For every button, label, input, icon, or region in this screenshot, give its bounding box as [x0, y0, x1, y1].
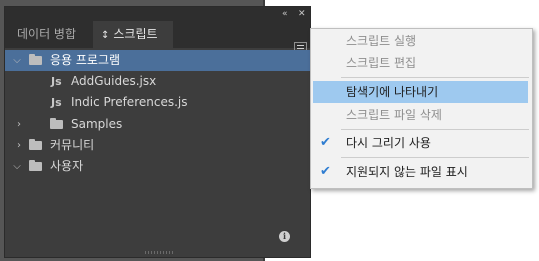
tree-item-label: Indic Preferences.js [71, 95, 188, 109]
close-panel-icon[interactable]: ✕ [298, 8, 306, 20]
menu-item-label: 탐색기에 나타내기 [346, 85, 439, 99]
tab-data-merge[interactable]: 데이터 병합 [17, 21, 76, 48]
tree-item-user[interactable]: ⌵ 사용자 [5, 156, 310, 177]
menu-item-label: 다시 그리기 사용 [346, 136, 431, 150]
tree-item-label: AddGuides.jsx [71, 74, 157, 88]
tree-item-applications[interactable]: ⌵ 응용 프로그램 [5, 50, 310, 71]
chevron-down-icon[interactable]: ⌵ [12, 50, 22, 71]
script-file-icon: Js [51, 96, 62, 109]
menu-separator [341, 77, 529, 78]
tree-item-samples[interactable]: › Samples [5, 114, 310, 135]
menu-separator [341, 129, 529, 130]
menu-item-label: 스크립트 파일 삭제 [346, 108, 442, 122]
tree-item-label: 커뮤니티 [50, 138, 95, 152]
info-icon[interactable]: i [279, 231, 290, 242]
chevron-down-icon[interactable]: ⌵ [12, 156, 22, 177]
folder-icon [29, 160, 42, 171]
menu-item-edit-script[interactable]: 스크립트 편집 [311, 52, 532, 74]
menu-item-label: 지원되지 않는 파일 표시 [346, 165, 468, 179]
tree-item-label: 응용 프로그램 [50, 53, 121, 67]
tree-item-addguides[interactable]: Js AddGuides.jsx [5, 71, 310, 92]
folder-icon [29, 139, 42, 150]
chevron-right-icon[interactable]: › [14, 135, 24, 156]
menu-item-run-script[interactable]: 스크립트 실행 [311, 30, 532, 52]
menu-item-show-unsupported-files[interactable]: ✔ 지원되지 않는 파일 표시 [311, 161, 532, 183]
tree-item-label: 사용자 [50, 159, 84, 173]
folder-icon [50, 118, 63, 129]
panel-title-strip: « ✕ [5, 7, 310, 21]
checkmark-icon: ✔ [320, 135, 331, 150]
resize-grip[interactable] [145, 251, 175, 254]
chevron-right-icon[interactable]: › [14, 114, 24, 135]
menu-item-label: 스크립트 편집 [346, 56, 417, 70]
menu-item-enable-redraw[interactable]: ✔ 다시 그리기 사용 [311, 132, 532, 154]
tab-scripts-label: 스크립트 [113, 27, 158, 41]
tab-scripts[interactable]: ↕ 스크립트 [93, 21, 173, 48]
tree-item-label: Samples [71, 117, 123, 131]
menu-item-label: 스크립트 실행 [346, 34, 417, 48]
updown-arrows-icon: ↕ [101, 30, 110, 41]
checkmark-icon: ✔ [320, 164, 331, 179]
panel-tab-bar: 데이터 병합 ↕ 스크립트 [5, 21, 310, 54]
menu-item-delete-script[interactable]: 스크립트 파일 삭제 [311, 104, 532, 126]
panel-context-menu: 스크립트 실행 스크립트 편집 탐색기에 나타내기 스크립트 파일 삭제 ✔ 다… [310, 28, 533, 189]
folder-icon [29, 54, 42, 65]
script-file-icon: Js [51, 75, 62, 88]
scripts-panel: « ✕ 데이터 병합 ↕ 스크립트 ⌵ 응용 프로그램 Js AddGuides.… [4, 6, 311, 258]
menu-item-reveal-in-explorer[interactable]: 탐색기에 나타내기 [313, 81, 528, 103]
tree-item-indic-preferences[interactable]: Js Indic Preferences.js [5, 92, 310, 113]
tree-item-community[interactable]: › 커뮤니티 [5, 135, 310, 156]
menu-separator [341, 157, 529, 158]
collapse-panel-icon[interactable]: « [282, 8, 288, 20]
